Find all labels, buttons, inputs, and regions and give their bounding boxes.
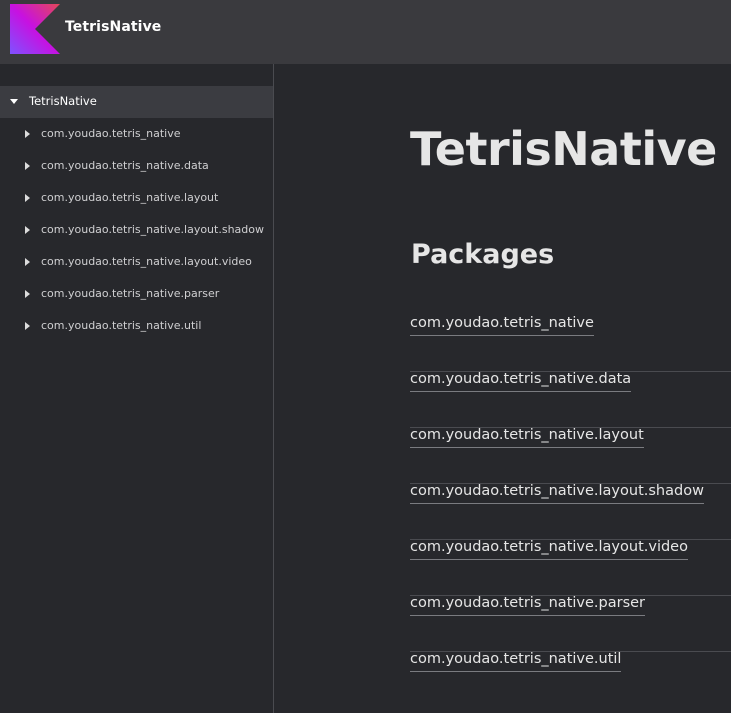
sidebar-item-label: com.youdao.tetris_native.layout.shadow xyxy=(41,223,264,236)
sidebar-item[interactable]: com.youdao.tetris_native.parser xyxy=(0,278,273,310)
sidebar-item-label: com.youdao.tetris_native xyxy=(41,127,181,140)
top-header: TetrisNative xyxy=(0,0,731,64)
page-title: TetrisNative xyxy=(410,122,717,176)
package-row: com.youdao.tetris_native.layout xyxy=(410,427,731,484)
sidebar-item[interactable]: com.youdao.tetris_native xyxy=(0,118,273,150)
sidebar-item-label: com.youdao.tetris_native.layout xyxy=(41,191,219,204)
caret-right-icon[interactable] xyxy=(25,258,30,266)
sidebar-item-label: com.youdao.tetris_native.layout.video xyxy=(41,255,252,268)
sidebar-root-label: TetrisNative xyxy=(29,94,97,108)
package-link[interactable]: com.youdao.tetris_native.layout.video xyxy=(410,539,688,560)
package-row: com.youdao.tetris_native.layout.video xyxy=(410,539,731,596)
package-link[interactable]: com.youdao.tetris_native.parser xyxy=(410,595,646,616)
package-link[interactable]: com.youdao.tetris_native xyxy=(410,315,594,336)
caret-right-icon[interactable] xyxy=(25,290,30,298)
package-link[interactable]: com.youdao.tetris_native.layout xyxy=(410,427,644,448)
sidebar-item[interactable]: com.youdao.tetris_native.layout xyxy=(0,182,273,214)
sidebar-navigation: TetrisNative com.youdao.tetris_native co… xyxy=(0,64,274,713)
sidebar-item-label: com.youdao.tetris_native.util xyxy=(41,319,202,332)
package-row: com.youdao.tetris_native.layout.shadow xyxy=(410,483,731,540)
caret-right-icon[interactable] xyxy=(25,226,30,234)
sidebar-item[interactable]: com.youdao.tetris_native.layout.video xyxy=(0,246,273,278)
caret-right-icon[interactable] xyxy=(25,130,30,138)
caret-right-icon[interactable] xyxy=(25,322,30,330)
caret-right-icon[interactable] xyxy=(25,194,30,202)
package-link[interactable]: com.youdao.tetris_native.data xyxy=(410,371,632,392)
section-title-packages: Packages xyxy=(411,239,555,270)
package-row: com.youdao.tetris_native.data xyxy=(410,371,731,428)
sidebar-root-item[interactable]: TetrisNative xyxy=(0,86,273,118)
main-content: TetrisNative Packages com.youdao.tetris_… xyxy=(274,64,731,713)
caret-down-icon[interactable] xyxy=(10,99,18,104)
sidebar-item-label: com.youdao.tetris_native.parser xyxy=(41,287,220,300)
sidebar-item[interactable]: com.youdao.tetris_native.data xyxy=(0,150,273,182)
caret-right-icon[interactable] xyxy=(25,162,30,170)
sidebar-item[interactable]: com.youdao.tetris_native.util xyxy=(0,310,273,342)
package-row: com.youdao.tetris_native.util xyxy=(410,651,731,707)
package-row: com.youdao.tetris_native xyxy=(410,315,731,372)
app-title[interactable]: TetrisNative xyxy=(65,19,161,35)
sidebar-item[interactable]: com.youdao.tetris_native.layout.shadow xyxy=(0,214,273,246)
package-link[interactable]: com.youdao.tetris_native.layout.shadow xyxy=(410,483,704,504)
sidebar-item-label: com.youdao.tetris_native.data xyxy=(41,159,209,172)
package-link[interactable]: com.youdao.tetris_native.util xyxy=(410,651,622,672)
kotlin-logo-icon[interactable] xyxy=(10,4,60,54)
package-row: com.youdao.tetris_native.parser xyxy=(410,595,731,652)
